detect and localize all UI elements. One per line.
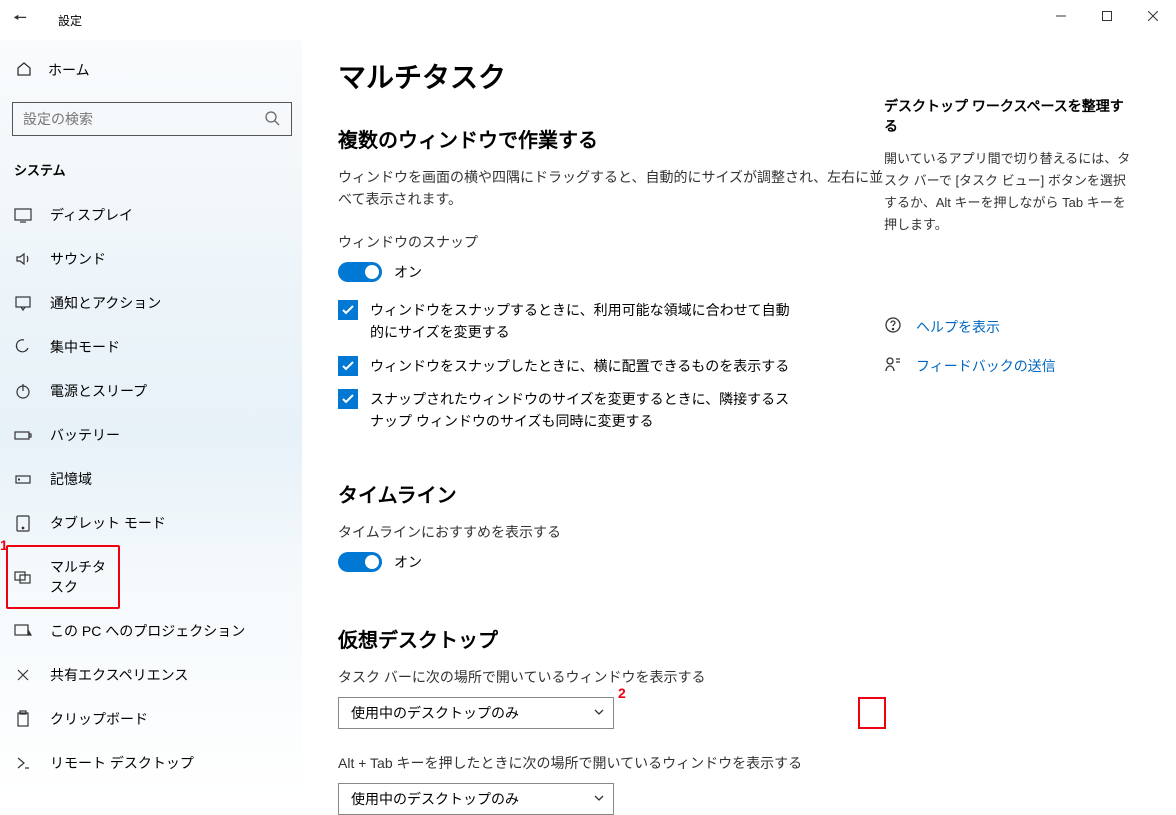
feedback-icon [884, 355, 902, 376]
minimize-button[interactable] [1038, 0, 1084, 32]
sidebar-item-label: 共有エクスペリエンス [50, 665, 188, 685]
sidebar-item-shared[interactable]: 共有エクスペリエンス [0, 653, 302, 697]
snap-desc: ウィンドウを画面の横や四隅にドラッグすると、自動的にサイズが調整され、左右に並べ… [338, 167, 884, 210]
sidebar-item-storage[interactable]: 記憶域 [0, 457, 302, 501]
window-controls [1038, 0, 1176, 32]
snap-check-2-label: ウィンドウをスナップしたときに、横に配置できるものを表示する [370, 356, 789, 378]
sidebar-item-remote[interactable]: リモート デスクトップ [0, 741, 302, 785]
focus-icon [14, 338, 32, 356]
sidebar-item-power[interactable]: 電源とスリープ [0, 369, 302, 413]
home-link[interactable]: ホーム [0, 52, 302, 88]
sidebar-item-notifications[interactable]: 通知とアクション [0, 281, 302, 325]
annotation-1: 1 [0, 537, 8, 553]
snap-toggle-state: オン [394, 262, 422, 282]
vdesktop-select-2[interactable]: 使用中のデスクトップのみ [338, 783, 614, 815]
sidebar-item-label: タブレット モード [50, 513, 166, 533]
help-label: ヘルプを表示 [916, 317, 1000, 337]
snap-check-1[interactable] [338, 300, 358, 320]
annotation-2: 2 [618, 685, 626, 701]
vdesktop-heading: 仮想デスクトップ [338, 624, 884, 653]
timeline-toggle-label: タイムラインにおすすめを表示する [338, 522, 884, 542]
sidebar-item-display[interactable]: ディスプレイ [0, 193, 302, 237]
search-icon [264, 110, 280, 126]
related-heading: デスクトップ ワークスペースを整理する [884, 96, 1134, 136]
window-title: 設定 [58, 12, 82, 29]
search-input[interactable] [12, 102, 292, 136]
sidebar-item-label: ディスプレイ [50, 205, 133, 225]
annotation-2-box [858, 697, 886, 729]
maximize-button[interactable] [1084, 0, 1130, 32]
sidebar-item-label: バッテリー [50, 425, 120, 445]
snap-check-3[interactable] [338, 389, 358, 409]
vdesktop-select-1-value: 使用中のデスクトップのみ [351, 703, 519, 723]
sound-icon [14, 250, 32, 268]
timeline-toggle[interactable] [338, 552, 382, 572]
snap-check-2[interactable] [338, 356, 358, 376]
power-icon [14, 382, 32, 400]
sidebar-item-label: この PC へのプロジェクション [50, 621, 245, 641]
chevron-down-icon [593, 791, 605, 807]
snap-toggle[interactable] [338, 262, 382, 282]
back-button[interactable]: 🠔 [0, 7, 40, 34]
tablet-icon [14, 514, 32, 532]
sidebar-item-label: マルチタスク [50, 557, 112, 597]
sidebar-item-label: 通知とアクション [50, 293, 161, 313]
vdesktop-select-1[interactable]: 使用中のデスクトップのみ [338, 697, 614, 729]
home-icon [16, 61, 32, 80]
shared-icon [14, 666, 32, 684]
sidebar-item-focus[interactable]: 集中モード [0, 325, 302, 369]
sidebar-item-clipboard[interactable]: クリップボード [0, 697, 302, 741]
sidebar-item-label: リモート デスクトップ [50, 753, 194, 773]
clipboard-icon [14, 710, 32, 728]
vdesktop-label-2: Alt + Tab キーを押したときに次の場所で開いているウィンドウを表示する [338, 753, 884, 773]
storage-icon [14, 470, 32, 488]
timeline-toggle-state: オン [394, 552, 422, 572]
sidebar-item-sound[interactable]: サウンド [0, 237, 302, 281]
feedback-link[interactable]: フィードバックの送信 [884, 355, 1134, 376]
snap-heading: 複数のウィンドウで作業する [338, 124, 884, 153]
display-icon [14, 206, 32, 224]
remote-icon [14, 754, 32, 772]
home-label: ホーム [48, 60, 90, 80]
chevron-down-icon [593, 705, 605, 721]
sidebar-item-label: クリップボード [50, 709, 148, 729]
help-icon [884, 316, 902, 337]
timeline-heading: タイムライン [338, 479, 884, 508]
related-desc: 開いているアプリ間で切り替えるには、タスク バーで [タスク ビュー] ボタンを… [884, 148, 1134, 236]
vdesktop-label-1: タスク バーに次の場所で開いているウィンドウを表示する [338, 667, 884, 687]
multitasking-icon [14, 568, 32, 586]
vdesktop-select-2-value: 使用中のデスクトップのみ [351, 789, 519, 809]
snap-toggle-label: ウィンドウのスナップ [338, 232, 884, 252]
projection-icon [14, 622, 32, 640]
page-title: マルチタスク [338, 56, 884, 96]
close-button[interactable] [1130, 0, 1176, 32]
sidebar-item-label: 集中モード [50, 337, 120, 357]
help-link[interactable]: ヘルプを表示 [884, 316, 1134, 337]
sidebar-item-battery[interactable]: バッテリー [0, 413, 302, 457]
sidebar-item-tablet[interactable]: タブレット モード [0, 501, 302, 545]
notification-icon [14, 294, 32, 312]
titlebar: 🠔 設定 [0, 0, 1176, 40]
section-label: システム [0, 154, 302, 193]
sidebar-item-projection[interactable]: この PC へのプロジェクション [0, 609, 302, 653]
sidebar-item-label: 電源とスリープ [50, 381, 147, 401]
battery-icon [14, 426, 32, 444]
sidebar-item-label: サウンド [50, 249, 106, 269]
sidebar-item-multitasking[interactable]: マルチタスク [6, 545, 120, 609]
feedback-label: フィードバックの送信 [916, 356, 1056, 376]
sidebar: ホーム システム ディスプレイ サウンド 通知とアクション 集中モード 電源とス… [0, 40, 302, 800]
sidebar-item-label: 記憶域 [50, 469, 92, 489]
snap-check-1-label: ウィンドウをスナップするときに、利用可能な領域に合わせて自動的にサイズを変更する [370, 300, 790, 343]
snap-check-3-label: スナップされたウィンドウのサイズを変更するときに、隣接するスナップ ウィンドウの… [370, 389, 790, 432]
